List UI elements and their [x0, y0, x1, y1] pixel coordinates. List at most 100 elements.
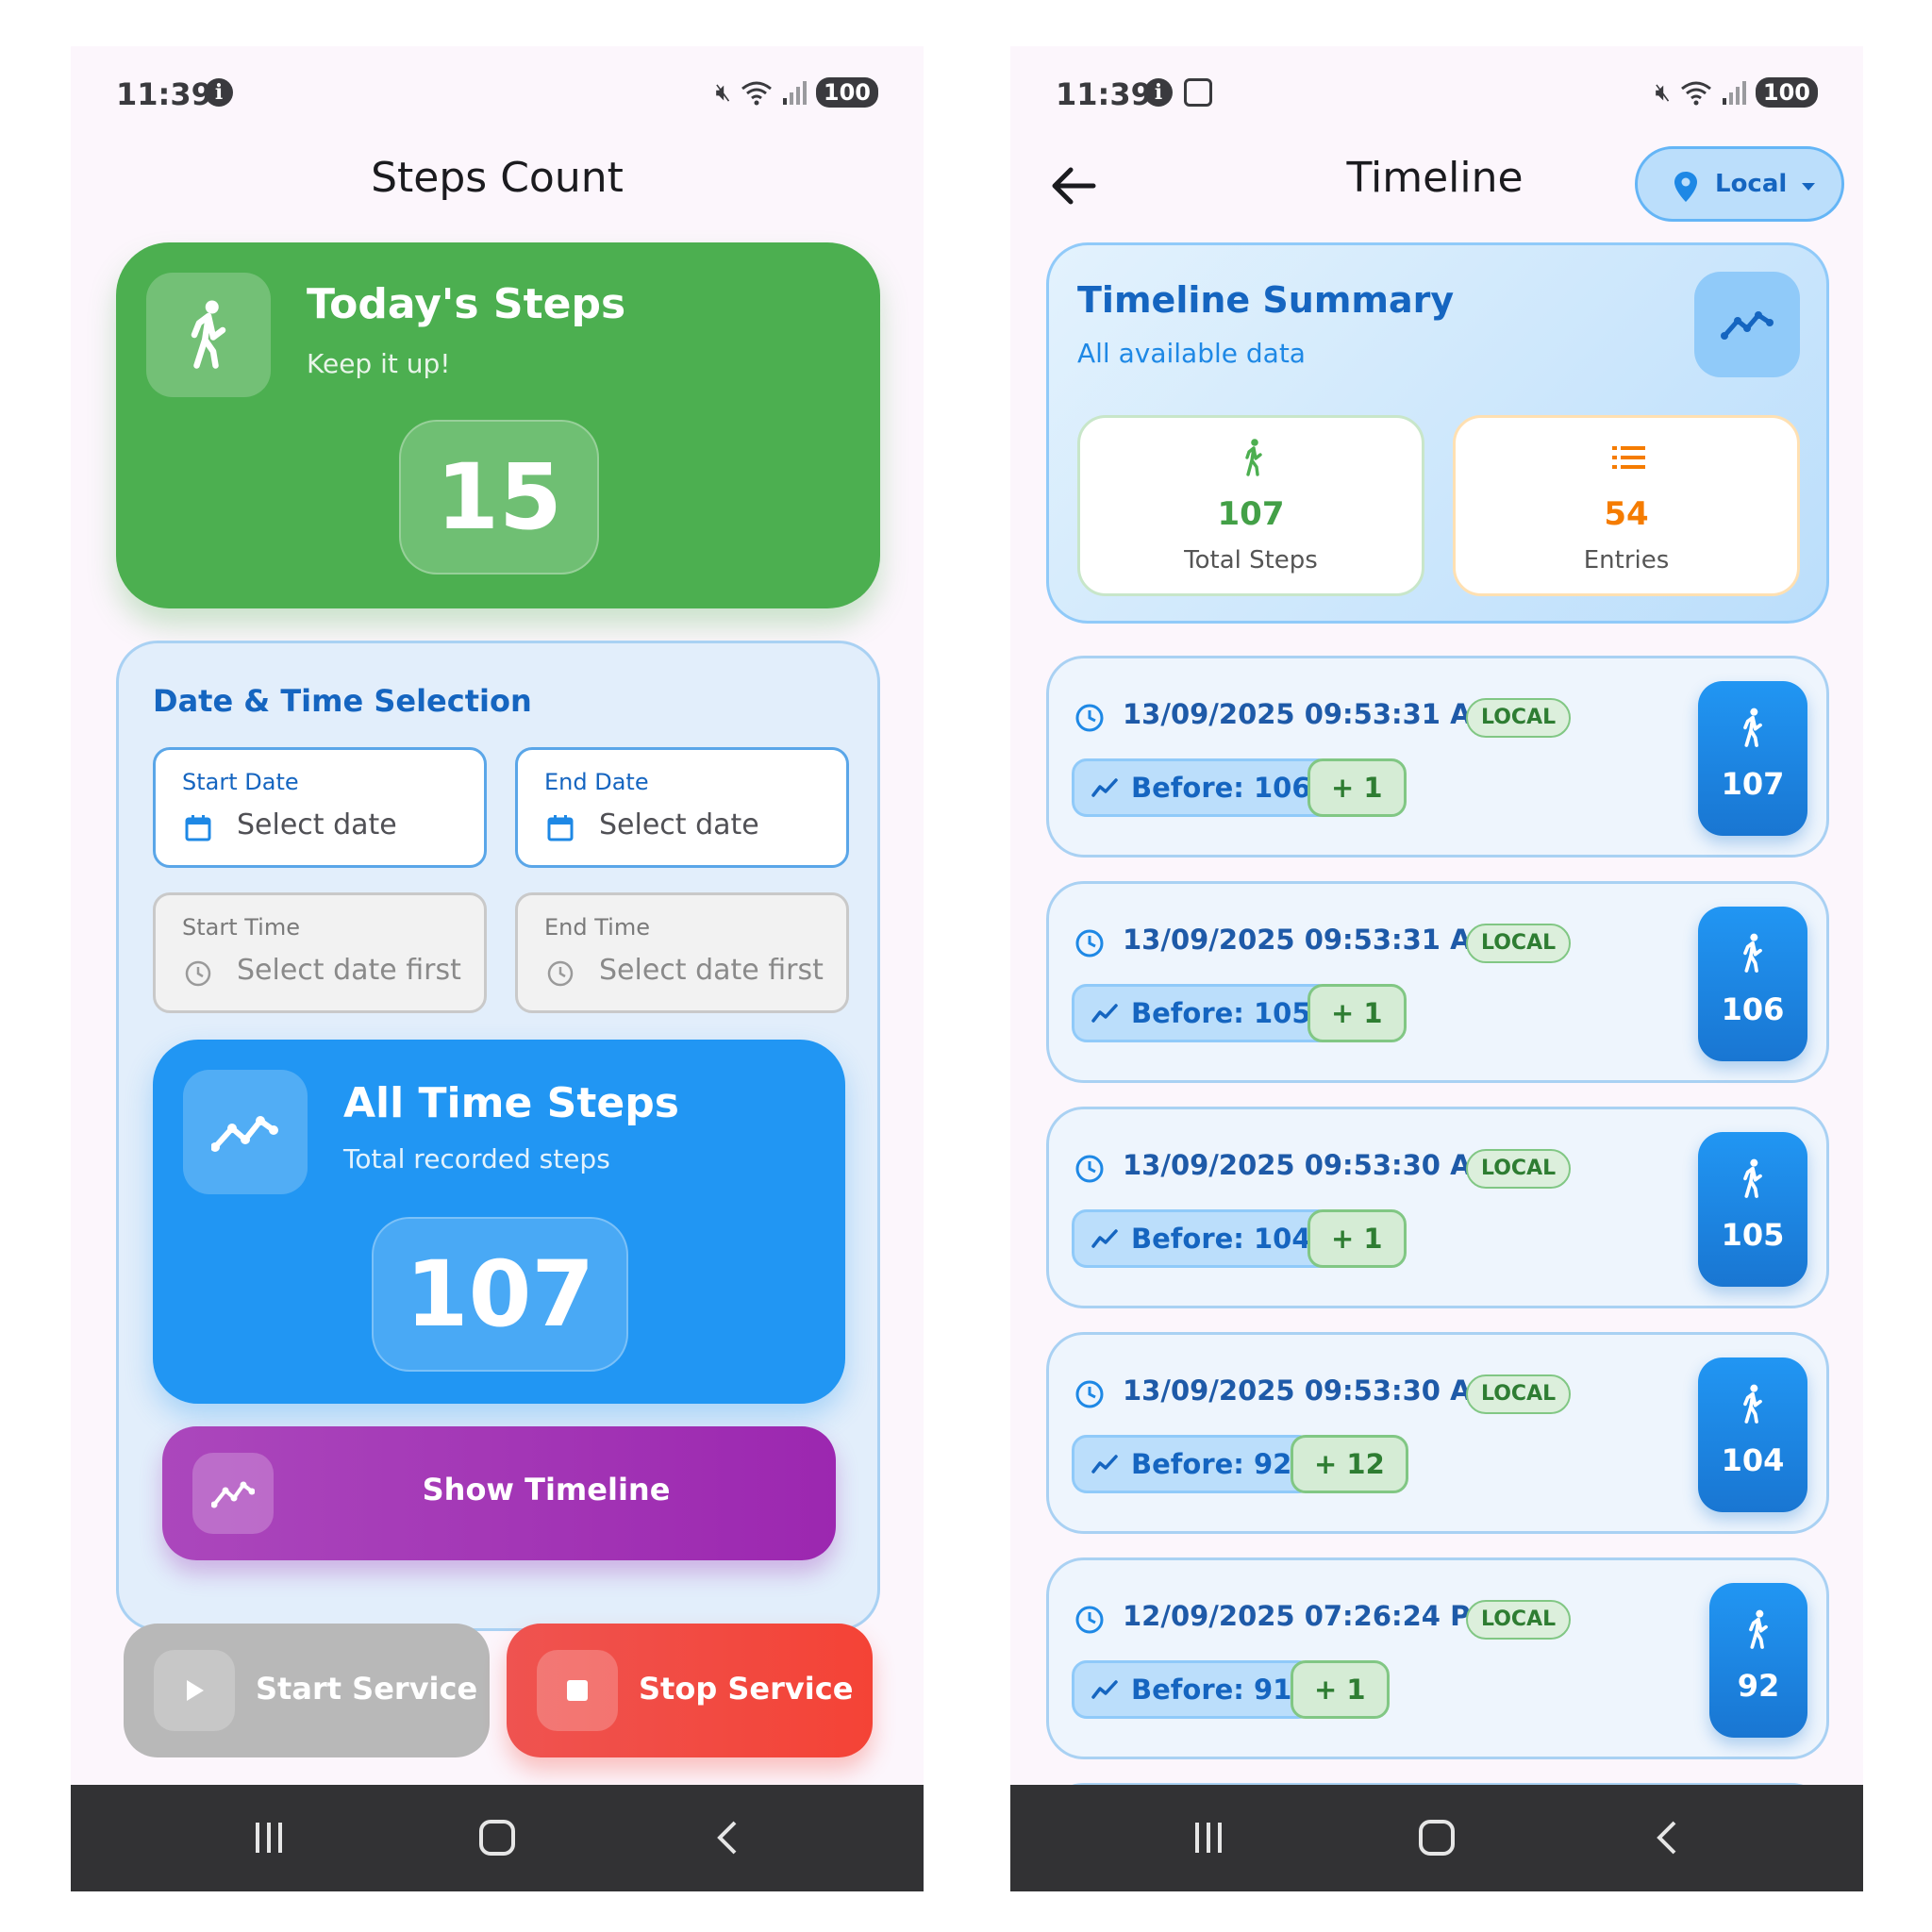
entry-before-value: Before: 105	[1131, 997, 1311, 1029]
entry-total-badge: 104	[1698, 1357, 1807, 1512]
entry-source-badge: LOCAL	[1466, 1374, 1572, 1414]
entry-source-badge: LOCAL	[1466, 698, 1572, 738]
entry-total-badge: 107	[1698, 681, 1807, 836]
entry-total-badge: 106	[1698, 907, 1807, 1061]
trending-icon	[1091, 1229, 1118, 1248]
back-button[interactable]	[1641, 1813, 1697, 1862]
entry-total-badge: 105	[1698, 1132, 1807, 1287]
entry-delta-chip: + 1	[1307, 758, 1407, 817]
start-date-value: Select date	[237, 808, 397, 841]
todays-steps-card: Today's Steps Keep it up! 15	[116, 242, 880, 608]
entry-source-badge: LOCAL	[1466, 1149, 1572, 1189]
total-steps-stat: 107 Total Steps	[1077, 415, 1424, 596]
timeline-entry[interactable]: 12/09/2025 07:26:24 PM LOCAL Before: 91 …	[1046, 1557, 1829, 1759]
date-time-section-title: Date & Time Selection	[153, 683, 532, 719]
android-nav-bar	[71, 1785, 924, 1891]
end-time-label: End Time	[544, 914, 650, 941]
end-date-value: Select date	[599, 808, 759, 841]
trending-icon	[1091, 778, 1118, 797]
timeline-entry[interactable]: 13/09/2025 09:53:31 AM LOCAL Before: 106…	[1046, 656, 1829, 858]
summary-subtitle: All available data	[1077, 338, 1306, 369]
start-service-label: Start Service	[256, 1671, 478, 1707]
show-timeline-button[interactable]: Show Timeline	[162, 1426, 836, 1560]
entries-label: Entries	[1583, 546, 1670, 575]
walk-icon	[1743, 708, 1762, 747]
list-icon	[1612, 446, 1645, 469]
entry-before-chip: Before: 91	[1072, 1660, 1314, 1719]
walk-icon	[1245, 439, 1262, 476]
entry-before-chip: Before: 106	[1072, 758, 1333, 817]
battery-indicator: 100	[815, 77, 878, 108]
entry-before-value: Before: 92	[1131, 1448, 1292, 1480]
back-button[interactable]	[701, 1813, 758, 1862]
entry-total-badge: 92	[1709, 1583, 1807, 1738]
timeline-entry[interactable]: 13/09/2025 09:53:30 AM LOCAL Before: 104…	[1046, 1107, 1829, 1308]
total-steps-value: 107	[1217, 495, 1285, 533]
mute-icon: 🔇︎	[715, 77, 731, 107]
trending-icon	[183, 1070, 308, 1194]
clock-icon	[1075, 1155, 1104, 1183]
entry-timestamp: 13/09/2025 09:53:30 AM	[1123, 1149, 1499, 1181]
stop-service-button[interactable]: Stop Service	[507, 1624, 873, 1757]
all-time-steps-title: All Time Steps	[343, 1079, 679, 1127]
status-time: 11:39	[116, 76, 212, 112]
timeline-entry[interactable]: 13/09/2025 09:53:30 AM LOCAL Before: 92 …	[1046, 1332, 1829, 1534]
total-steps-label: Total Steps	[1184, 546, 1318, 575]
data-source-dropdown[interactable]: Local	[1635, 146, 1844, 222]
info-icon: i	[205, 78, 233, 107]
status-icons: 🔇︎ 100	[715, 76, 878, 108]
steps-count-screen: 11:39 i 🔇︎ 100 Steps Count Today's Steps…	[71, 46, 924, 1891]
stop-service-label: Stop Service	[639, 1671, 854, 1707]
timeline-summary-card: Timeline Summary All available data 107 …	[1046, 242, 1829, 624]
timeline-entry[interactable]: 13/09/2025 09:53:31 AM LOCAL Before: 105…	[1046, 881, 1829, 1083]
entry-before-value: Before: 91	[1131, 1674, 1292, 1706]
trending-icon	[1091, 1455, 1118, 1474]
chevron-down-icon	[1802, 183, 1815, 191]
calendar-icon	[185, 815, 211, 841]
play-icon	[154, 1650, 235, 1731]
todays-steps-subtitle: Keep it up!	[307, 348, 451, 379]
trending-icon	[1091, 1004, 1118, 1023]
recent-apps-button[interactable]	[241, 1813, 297, 1862]
end-time-value: Select date first	[599, 954, 824, 987]
entries-value: 54	[1604, 495, 1649, 533]
status-time: 11:39	[1056, 76, 1152, 112]
walk-icon	[1743, 1384, 1762, 1424]
entry-before-chip: Before: 104	[1072, 1209, 1333, 1268]
data-source-label: Local	[1715, 170, 1788, 198]
recent-apps-button[interactable]	[1180, 1813, 1237, 1862]
start-time-value: Select date first	[237, 954, 461, 987]
clock-icon	[1075, 1606, 1104, 1634]
home-button[interactable]	[469, 1813, 525, 1862]
end-time-field[interactable]: End Time Select date first	[515, 892, 849, 1013]
clock-icon	[1075, 704, 1104, 732]
entry-delta-chip: + 12	[1291, 1435, 1408, 1493]
walk-icon	[1743, 933, 1762, 973]
start-time-field[interactable]: Start Time Select date first	[153, 892, 487, 1013]
android-nav-bar	[1010, 1785, 1863, 1891]
show-timeline-label: Show Timeline	[422, 1472, 671, 1507]
entry-timestamp: 13/09/2025 09:53:31 AM	[1123, 698, 1499, 730]
entry-total-value: 105	[1721, 1217, 1785, 1253]
entry-total-value: 106	[1721, 991, 1785, 1027]
entry-before-value: Before: 106	[1131, 772, 1311, 804]
wifi-icon	[1680, 81, 1711, 106]
end-date-field[interactable]: End Date Select date	[515, 747, 849, 868]
entry-timestamp: 13/09/2025 09:53:31 AM	[1123, 924, 1499, 956]
battery-indicator: 100	[1755, 77, 1818, 108]
start-service-button[interactable]: Start Service	[124, 1624, 490, 1757]
entry-before-chip: Before: 105	[1072, 984, 1333, 1042]
all-time-steps-subtitle: Total recorded steps	[343, 1143, 610, 1174]
home-button[interactable]	[1408, 1813, 1465, 1862]
start-date-field[interactable]: Start Date Select date	[153, 747, 487, 868]
all-time-steps-card: All Time Steps Total recorded steps 107	[153, 1040, 845, 1404]
entry-source-badge: LOCAL	[1466, 924, 1572, 963]
entry-source-badge: LOCAL	[1466, 1600, 1572, 1640]
info-icon: i	[1144, 78, 1173, 107]
entry-delta-chip: + 1	[1307, 984, 1407, 1042]
trending-icon	[1091, 1680, 1118, 1699]
entry-total-value: 104	[1721, 1442, 1785, 1478]
signal-icon	[782, 81, 807, 105]
mute-icon: 🔇︎	[1655, 77, 1671, 107]
status-bar: 11:39 i 🔇︎ 100	[71, 46, 924, 141]
